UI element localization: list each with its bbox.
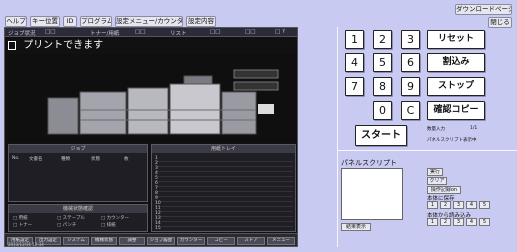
quantity-label: 数量入力: [427, 127, 445, 132]
job-panel-title: ジョブ: [9, 145, 147, 153]
panel-script-title: パネルスクリプト: [341, 159, 397, 167]
ready-message: プリントできます: [23, 40, 104, 51]
program-tab[interactable]: プログラム: [80, 16, 112, 27]
info-line: □ トナー: [13, 223, 33, 228]
key-6[interactable]: 6: [401, 53, 420, 72]
info-line: □ 用紙: [13, 216, 28, 221]
close-button[interactable]: 閉じる: [488, 17, 512, 28]
key-4[interactable]: 4: [345, 53, 364, 72]
key-0[interactable]: 0: [373, 101, 392, 120]
key-1[interactable]: 1: [345, 30, 364, 49]
show-result-button[interactable]: 結果表示: [341, 223, 371, 231]
key-clear[interactable]: C: [401, 101, 420, 120]
script-hint: パネルスクリプト表示中: [427, 138, 477, 143]
job-col-no: No.: [12, 156, 20, 161]
job-col-count: 枚: [124, 157, 129, 162]
copy-button[interactable]: コピー: [207, 237, 235, 245]
job-col-status: 状態: [91, 157, 100, 162]
proof-copy-button[interactable]: 確認コピー: [427, 101, 485, 120]
store-button[interactable]: ストア: [237, 237, 265, 245]
ready-banner: プリントできます: [8, 39, 296, 53]
screen-bottom-bar: 用紙設定 出力設定 システム 機械状態 調整 ジョブ履歴 カウンター コピー ス…: [5, 233, 297, 246]
record-button[interactable]: 操作記録on: [427, 186, 461, 194]
counter-button[interactable]: カウンター: [177, 237, 205, 245]
info-line: □ カウンター: [101, 216, 130, 221]
tray-panel-title: 用紙トレイ: [152, 145, 295, 153]
job-col-name: 文書名: [29, 157, 43, 162]
id-tab[interactable]: ID: [63, 16, 77, 27]
machine-status-title: 機械状態確認: [9, 205, 147, 213]
run-button[interactable]: 実行: [427, 168, 443, 176]
job-col-type: 種類: [61, 157, 70, 162]
start-button[interactable]: スタート: [355, 125, 407, 146]
status-item-6: □□: [210, 29, 221, 35]
load-slot-button[interactable]: 3: [453, 218, 464, 226]
download-page-button[interactable]: ダウンロードページ: [455, 4, 512, 15]
job-history-button[interactable]: ジョブ履歴: [147, 237, 175, 245]
tray-row[interactable]: 15: [155, 226, 293, 231]
save-slot-button[interactable]: 5: [479, 201, 490, 209]
status-item-4: □□: [135, 29, 146, 35]
save-slot-button[interactable]: 4: [466, 201, 477, 209]
key-3[interactable]: 3: [401, 30, 420, 49]
save-slot-button[interactable]: 2: [440, 201, 451, 209]
menu-button[interactable]: メニュー: [267, 237, 295, 245]
key-position-tab[interactable]: キー位置: [30, 16, 60, 27]
printer-machine-icon: [47, 69, 279, 135]
load-slot-button[interactable]: 2: [440, 218, 451, 226]
load-slot-button[interactable]: 1: [427, 218, 438, 226]
printer-status-icon: [8, 40, 16, 50]
status-item-7: □□: [245, 29, 256, 35]
interrupt-button[interactable]: 割込み: [427, 53, 485, 72]
machine-status-button[interactable]: 機械状態: [91, 237, 117, 245]
device-screen: ジョブ状況 □□ トナー/用紙 □□ リスト □□ □□ □ ? プリントできま…: [4, 27, 298, 247]
panel-script-textarea[interactable]: [341, 168, 403, 220]
save-slot-button[interactable]: 3: [453, 201, 464, 209]
help-question-icon[interactable]: □ ?: [275, 29, 285, 35]
machine-illustration: [8, 54, 296, 142]
reset-button[interactable]: リセット: [427, 30, 485, 49]
vertical-divider: [337, 27, 338, 247]
info-line: □ パンチ: [57, 223, 77, 228]
settings-content-tab[interactable]: 設定内容: [186, 16, 216, 27]
save-slot-button[interactable]: 1: [427, 201, 438, 209]
screen-status-bar: ジョブ状況 □□ トナー/用紙 □□ リスト □□ □□ □ ?: [5, 28, 297, 37]
key-5[interactable]: 5: [373, 53, 392, 72]
status-list[interactable]: リスト: [170, 29, 187, 37]
key-9[interactable]: 9: [401, 77, 420, 96]
machine-status-panel: 機械状態確認 □ 用紙 □ トナー □ ステープル □ パンチ □ カウンター …: [8, 204, 148, 232]
system-button[interactable]: システム: [63, 237, 89, 245]
adjust-button[interactable]: 調整: [119, 237, 145, 245]
screen-clock: 2013/12/31 12:34: [8, 242, 44, 247]
key-8[interactable]: 8: [373, 77, 392, 96]
status-job[interactable]: ジョブ状況: [8, 29, 36, 37]
status-toner[interactable]: トナー/用紙: [90, 29, 119, 37]
info-line: □ ステープル: [57, 216, 85, 221]
settings-menu-tab[interactable]: 設定メニュー/カウンター: [115, 16, 183, 27]
load-slot-button[interactable]: 5: [479, 218, 490, 226]
quantity-value: 1/1: [470, 126, 478, 131]
stop-button[interactable]: ストップ: [427, 77, 485, 96]
horizontal-divider: [337, 150, 517, 151]
clear-button[interactable]: クリア: [427, 177, 447, 185]
tray-panel: 用紙トレイ 1 2 3 4 5 6 7 8 9 10 11 12 13 14 15: [151, 144, 296, 232]
load-slot-button[interactable]: 4: [466, 218, 477, 226]
help-tab[interactable]: ヘルプ: [5, 16, 27, 27]
status-item-2: □□: [45, 29, 56, 35]
info-line: □ 排紙: [101, 223, 116, 228]
job-panel: ジョブ No. 文書名 種類 状態 枚: [8, 144, 148, 202]
key-2[interactable]: 2: [373, 30, 392, 49]
key-7[interactable]: 7: [345, 77, 364, 96]
